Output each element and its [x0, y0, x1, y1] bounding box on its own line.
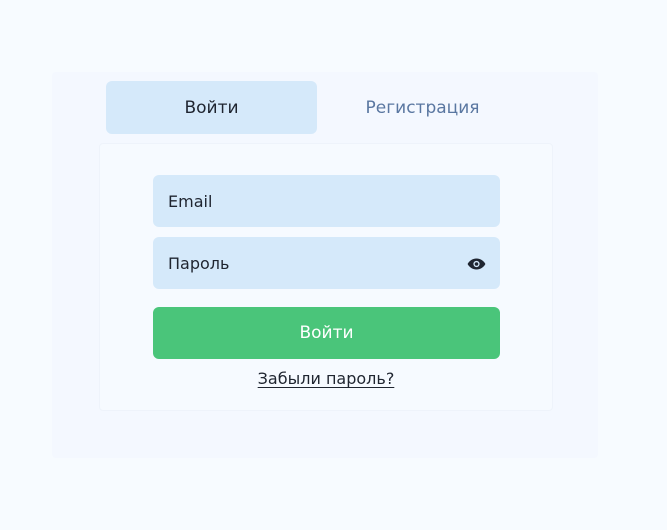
password-field-wrapper	[153, 237, 500, 289]
auth-card: Войти Регистрация Войти Забыли пароль?	[52, 72, 598, 458]
tab-login[interactable]: Войти	[106, 81, 317, 134]
email-input[interactable]	[168, 175, 486, 227]
forgot-password-label: Забыли пароль?	[257, 369, 395, 388]
tab-register-label: Регистрация	[365, 97, 480, 118]
tab-register[interactable]: Регистрация	[317, 81, 528, 134]
login-submit-button[interactable]: Войти	[153, 307, 500, 359]
login-form: Войти Забыли пароль?	[99, 143, 553, 411]
eye-icon[interactable]	[466, 257, 486, 271]
tab-login-label: Войти	[184, 97, 239, 118]
auth-tabs: Войти Регистрация	[106, 81, 528, 134]
eye-icon-graphic	[467, 258, 485, 270]
email-field-wrapper	[153, 175, 500, 227]
forgot-password-link[interactable]: Забыли пароль?	[100, 369, 552, 388]
password-input[interactable]	[168, 237, 466, 289]
